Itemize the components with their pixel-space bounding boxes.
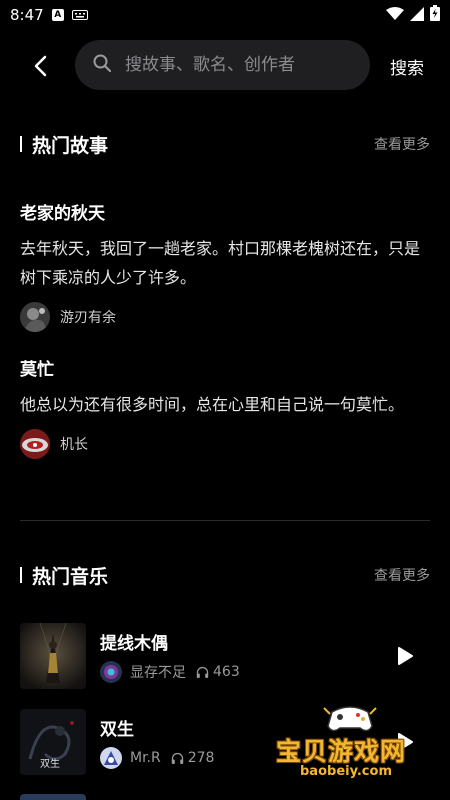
- artist-avatar: [100, 747, 122, 769]
- search-button[interactable]: 搜索: [390, 54, 424, 79]
- album-cover: 双生: [20, 709, 86, 775]
- artist-name: Mr.R: [130, 750, 161, 766]
- music-meta: Mr.R 278: [100, 747, 214, 769]
- story-item[interactable]: 老家的秋天 去年秋天，我回了一趟老家。村口那棵老槐树还在，只是树下乘凉的人少了许…: [20, 199, 430, 332]
- wifi-icon: [386, 6, 404, 25]
- story-title: 老家的秋天: [20, 204, 105, 224]
- music-title: 提线木偶: [100, 634, 168, 654]
- avatar: [20, 429, 50, 459]
- search-input[interactable]: [123, 54, 347, 76]
- artist-name: 显存不足: [130, 665, 186, 681]
- back-button[interactable]: [26, 52, 54, 80]
- status-time: 8:47: [10, 6, 44, 24]
- section-accent-bar: [20, 136, 22, 152]
- site-watermark: 宝贝游戏网 baobeiy.com: [270, 700, 450, 800]
- notification-a-icon: A: [51, 9, 64, 21]
- stories-section-title: 热门故事: [32, 134, 109, 157]
- keyboard-icon: [71, 6, 88, 25]
- avatar: [20, 302, 50, 332]
- play-button[interactable]: [394, 645, 416, 667]
- section-divider: [20, 520, 430, 521]
- music-title: 双生: [100, 720, 134, 740]
- search-header: 搜索: [0, 40, 450, 92]
- play-count-value: 463: [213, 664, 240, 680]
- watermark-url: baobeiy.com: [300, 764, 392, 779]
- music-meta: 显存不足 463: [100, 661, 240, 683]
- album-cover-text: 双生: [40, 759, 60, 770]
- music-section-header: 热门音乐 查看更多: [20, 563, 430, 588]
- author-name: 游刃有余: [60, 310, 116, 326]
- search-box[interactable]: [75, 40, 370, 90]
- status-bar: 8:47 A: [0, 0, 450, 30]
- battery-icon: [430, 5, 440, 25]
- search-icon: [93, 54, 112, 76]
- story-excerpt: 去年秋天，我回了一趟老家。村口那棵老槐树还在，只是树下乘凉的人少了许多。: [20, 239, 421, 287]
- author-name: 机长: [60, 437, 88, 453]
- gamepad-logo-icon: [323, 706, 377, 732]
- section-accent-bar: [20, 567, 22, 583]
- story-excerpt: 他总以为还有很多时间，总在心里和自己说一句莫忙。: [20, 395, 405, 414]
- stories-more-link[interactable]: 查看更多: [374, 134, 430, 154]
- story-title: 莫忙: [20, 360, 54, 380]
- music-more-link[interactable]: 查看更多: [374, 565, 430, 585]
- play-icon: [398, 647, 413, 665]
- headphones-icon: [171, 752, 183, 764]
- album-cover: [20, 623, 86, 689]
- stories-section-header: 热门故事 查看更多: [20, 132, 430, 157]
- music-section-title: 热门音乐: [32, 565, 109, 588]
- story-author[interactable]: 机长: [20, 429, 430, 459]
- headphones-icon: [196, 666, 209, 678]
- story-item[interactable]: 莫忙 他总以为还有很多时间，总在心里和自己说一句莫忙。 机长: [20, 355, 430, 459]
- play-count-value: 278: [187, 750, 215, 766]
- story-author[interactable]: 游刃有余: [20, 302, 430, 332]
- album-cover-partial: [20, 794, 86, 800]
- chevron-left-icon: [34, 55, 47, 77]
- music-item[interactable]: 提线木偶 显存不足 463: [20, 623, 430, 689]
- play-count: 278: [171, 750, 215, 766]
- watermark-text: 宝贝游戏网: [276, 737, 407, 766]
- artist-avatar: [100, 661, 122, 683]
- play-count: 463: [196, 664, 240, 680]
- signal-icon: [410, 6, 424, 25]
